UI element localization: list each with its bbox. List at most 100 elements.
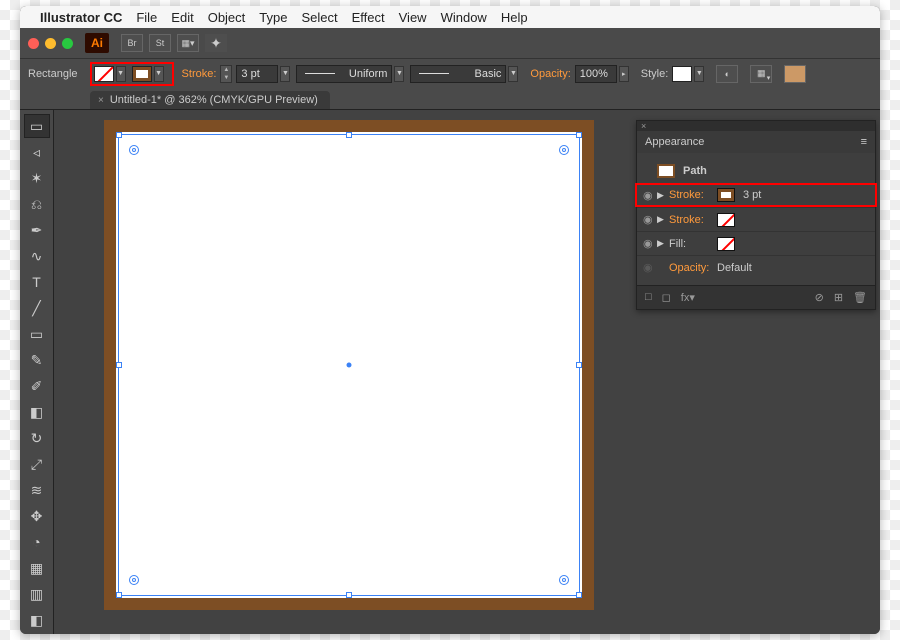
width-tool[interactable]: ≋ [24,478,50,502]
menu-select[interactable]: Select [301,10,337,25]
perspective-grid-tool[interactable]: ▦ [24,556,50,580]
app-title[interactable]: Illustrator CC [40,10,122,25]
handle-e[interactable] [576,362,582,368]
appearance-opacity-row[interactable]: ◉ Opacity: Default [637,255,875,279]
document-tab[interactable]: × Untitled-1* @ 362% (CMYK/GPU Preview) [90,91,330,109]
shaper-tool[interactable]: ✐ [24,374,50,398]
stroke-weight-dropdown[interactable]: ▼ [280,66,290,82]
menu-effect[interactable]: Effect [352,10,385,25]
paintbrush-tool[interactable]: ✎ [24,348,50,372]
expand-icon[interactable]: ▶ [657,214,669,225]
lasso-tool[interactable]: ⎌ [24,192,50,216]
graphic-style-swatch[interactable] [672,66,692,82]
close-tab-icon[interactable]: × [98,95,104,106]
clear-appearance-button[interactable]: ⊘ [815,291,824,304]
rotate-tool[interactable]: ↻ [24,426,50,450]
panel-title[interactable]: Appearance [645,136,704,148]
visibility-toggle-icon[interactable]: ◉ [643,261,657,274]
selected-rectangle[interactable] [104,120,594,610]
handle-n[interactable] [346,132,352,138]
add-effect-button[interactable]: fx▾ [681,291,695,304]
new-fill-button[interactable]: □ [645,291,652,304]
line-segment-tool[interactable]: ╱ [24,296,50,320]
scale-tool[interactable]: ⤢ [24,452,50,476]
visibility-toggle-icon[interactable]: ◉ [643,213,657,226]
delete-item-button[interactable]: 🗑 [853,291,867,304]
handle-s[interactable] [346,592,352,598]
brush-definition[interactable]: Basic [410,65,506,83]
variable-width-profile[interactable]: Uniform [296,65,392,83]
appearance-fill-row[interactable]: ◉ ▶ Fill: [637,231,875,255]
opacity-field[interactable]: 100% [575,65,617,83]
expand-icon[interactable]: ▶ [657,190,669,201]
handle-nw[interactable] [116,132,122,138]
curvature-tool[interactable]: ∿ [24,244,50,268]
handle-w[interactable] [116,362,122,368]
menu-edit[interactable]: Edit [171,10,193,25]
stock-button[interactable]: St [149,34,171,52]
recolor-artwork-button[interactable]: ◐ [716,65,738,83]
menu-window[interactable]: Window [441,10,487,25]
corner-widget-nw[interactable] [129,145,139,155]
menu-view[interactable]: View [399,10,427,25]
eraser-tool[interactable]: ◧ [24,400,50,424]
menu-type[interactable]: Type [259,10,287,25]
menu-file[interactable]: File [136,10,157,25]
mesh-tool[interactable]: ▥ [24,582,50,606]
visibility-toggle-icon[interactable]: ◉ [643,237,657,250]
gpu-preview-icon[interactable]: ✦ [205,34,227,52]
window-close-icon[interactable] [28,38,39,49]
style-dropdown[interactable]: ▼ [694,66,704,82]
stroke-color-swatch[interactable] [717,188,735,202]
panel-close-icon[interactable]: × [641,121,646,131]
duplicate-item-button[interactable]: ⊞ [834,291,843,304]
selection-tool[interactable]: ▭ [24,114,50,138]
profile-dropdown[interactable]: ▼ [394,66,404,82]
panel-grip[interactable]: × [637,121,875,131]
bridge-button[interactable]: Br [121,34,143,52]
opacity-dropdown[interactable]: ▸ [619,66,629,82]
stroke-label[interactable]: Stroke: [182,68,217,80]
appearance-target-row[interactable]: Path [637,159,875,183]
magic-wand-tool[interactable]: ✶ [24,166,50,190]
rectangle-tool[interactable]: ▭ [24,322,50,346]
type-tool[interactable]: T [24,270,50,294]
stroke-color-swatch-none[interactable] [717,213,735,227]
panel-menu-icon[interactable]: ≡ [861,136,867,148]
fill-swatch[interactable] [94,66,114,82]
brush-dropdown[interactable]: ▼ [508,66,518,82]
opacity-label[interactable]: Opacity: [530,68,570,80]
opacity-link-label[interactable]: Opacity: [669,262,717,274]
menu-help[interactable]: Help [501,10,528,25]
canvas[interactable]: × Appearance ≡ Path ◉ ▶ Stroke: [54,110,880,634]
window-maximize-icon[interactable] [62,38,73,49]
stroke-link-label[interactable]: Stroke: [669,214,717,226]
corner-widget-ne[interactable] [559,145,569,155]
stroke-dropdown[interactable]: ▼ [154,66,164,82]
handle-sw[interactable] [116,592,122,598]
window-minimize-icon[interactable] [45,38,56,49]
new-stroke-button[interactable]: ◻ [662,291,671,304]
fill-dropdown[interactable]: ▼ [116,66,126,82]
handle-ne[interactable] [576,132,582,138]
transform-button[interactable] [784,65,806,83]
appearance-stroke-row-1[interactable]: ◉ ▶ Stroke: 3 pt [635,183,877,207]
corner-widget-se[interactable] [559,575,569,585]
stroke-link-label[interactable]: Stroke: [669,189,717,201]
direct-selection-tool[interactable]: ◃ [24,140,50,164]
stroke-weight-value[interactable]: 3 pt [743,189,761,201]
gradient-tool[interactable]: ◧ [24,608,50,632]
stroke-swatch[interactable] [132,66,152,82]
expand-icon[interactable]: ▶ [657,238,669,249]
stroke-weight-field[interactable]: 3 pt [236,65,278,83]
handle-se[interactable] [576,592,582,598]
stroke-weight-stepper[interactable]: ▲▼ [220,65,232,83]
align-button[interactable]: ▦▾ [750,65,772,83]
visibility-toggle-icon[interactable]: ◉ [643,189,657,202]
free-transform-tool[interactable]: ✥ [24,504,50,528]
corner-widget-sw[interactable] [129,575,139,585]
shape-builder-tool[interactable]: ◔ [24,530,50,554]
menu-object[interactable]: Object [208,10,246,25]
pen-tool[interactable]: ✒ [24,218,50,242]
arrange-documents-button[interactable]: ▦▾ [177,34,199,52]
